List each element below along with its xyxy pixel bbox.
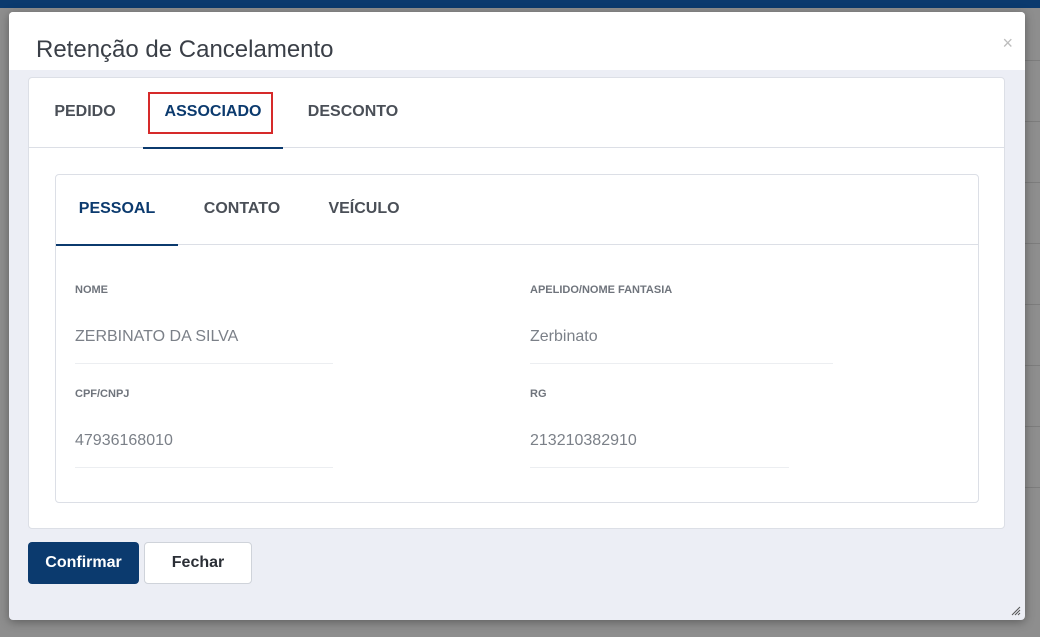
cpf-label: CPF/CNPJ xyxy=(75,388,130,400)
rg-label: RG xyxy=(530,388,547,400)
resize-grip-icon[interactable] xyxy=(1011,606,1021,616)
inner-tab-panel: PESSOAL CONTATO VEÍCULO NOME ZERBINATO D… xyxy=(55,174,979,503)
tab-pessoal-label: PESSOAL xyxy=(78,200,156,217)
nome-value: ZERBINATO DA SILVA xyxy=(75,328,239,345)
apelido-value: Zerbinato xyxy=(530,328,598,345)
nome-label: NOME xyxy=(75,284,108,296)
retention-modal: Retenção de Cancelamento × PEDIDO ASSOCI… xyxy=(9,12,1025,620)
cpf-underline xyxy=(75,467,333,468)
highlight-box xyxy=(148,92,273,134)
close-button[interactable]: Fechar xyxy=(144,542,252,584)
tab-contato[interactable]: CONTATO xyxy=(196,175,288,245)
active-tab-indicator xyxy=(56,244,178,246)
active-tab-indicator xyxy=(143,147,283,149)
tab-veiculo[interactable]: VEÍCULO xyxy=(322,175,406,245)
modal-title: Retenção de Cancelamento xyxy=(36,36,334,63)
close-icon[interactable]: × xyxy=(1002,34,1013,52)
rg-value: 213210382910 xyxy=(530,432,637,449)
tab-desconto[interactable]: DESCONTO xyxy=(303,78,403,148)
outer-tab-bar: PEDIDO ASSOCIADO DESCONTO xyxy=(29,78,1004,149)
apelido-underline xyxy=(530,363,833,364)
modal-header: Retenção de Cancelamento × xyxy=(9,12,1025,70)
app-top-bar xyxy=(0,0,1040,8)
confirm-button[interactable]: Confirmar xyxy=(28,542,139,584)
outer-tab-panel: PEDIDO ASSOCIADO DESCONTO PESSOAL CONTAT… xyxy=(28,77,1005,529)
cpf-value: 47936168010 xyxy=(75,432,173,449)
inner-tab-bar: PESSOAL CONTATO VEÍCULO xyxy=(56,175,978,246)
nome-underline xyxy=(75,363,333,364)
apelido-label: APELIDO/NOME FANTASIA xyxy=(530,284,673,296)
rg-underline xyxy=(530,467,789,468)
tab-pessoal[interactable]: PESSOAL xyxy=(56,175,178,246)
tab-pedido[interactable]: PEDIDO xyxy=(47,78,123,148)
